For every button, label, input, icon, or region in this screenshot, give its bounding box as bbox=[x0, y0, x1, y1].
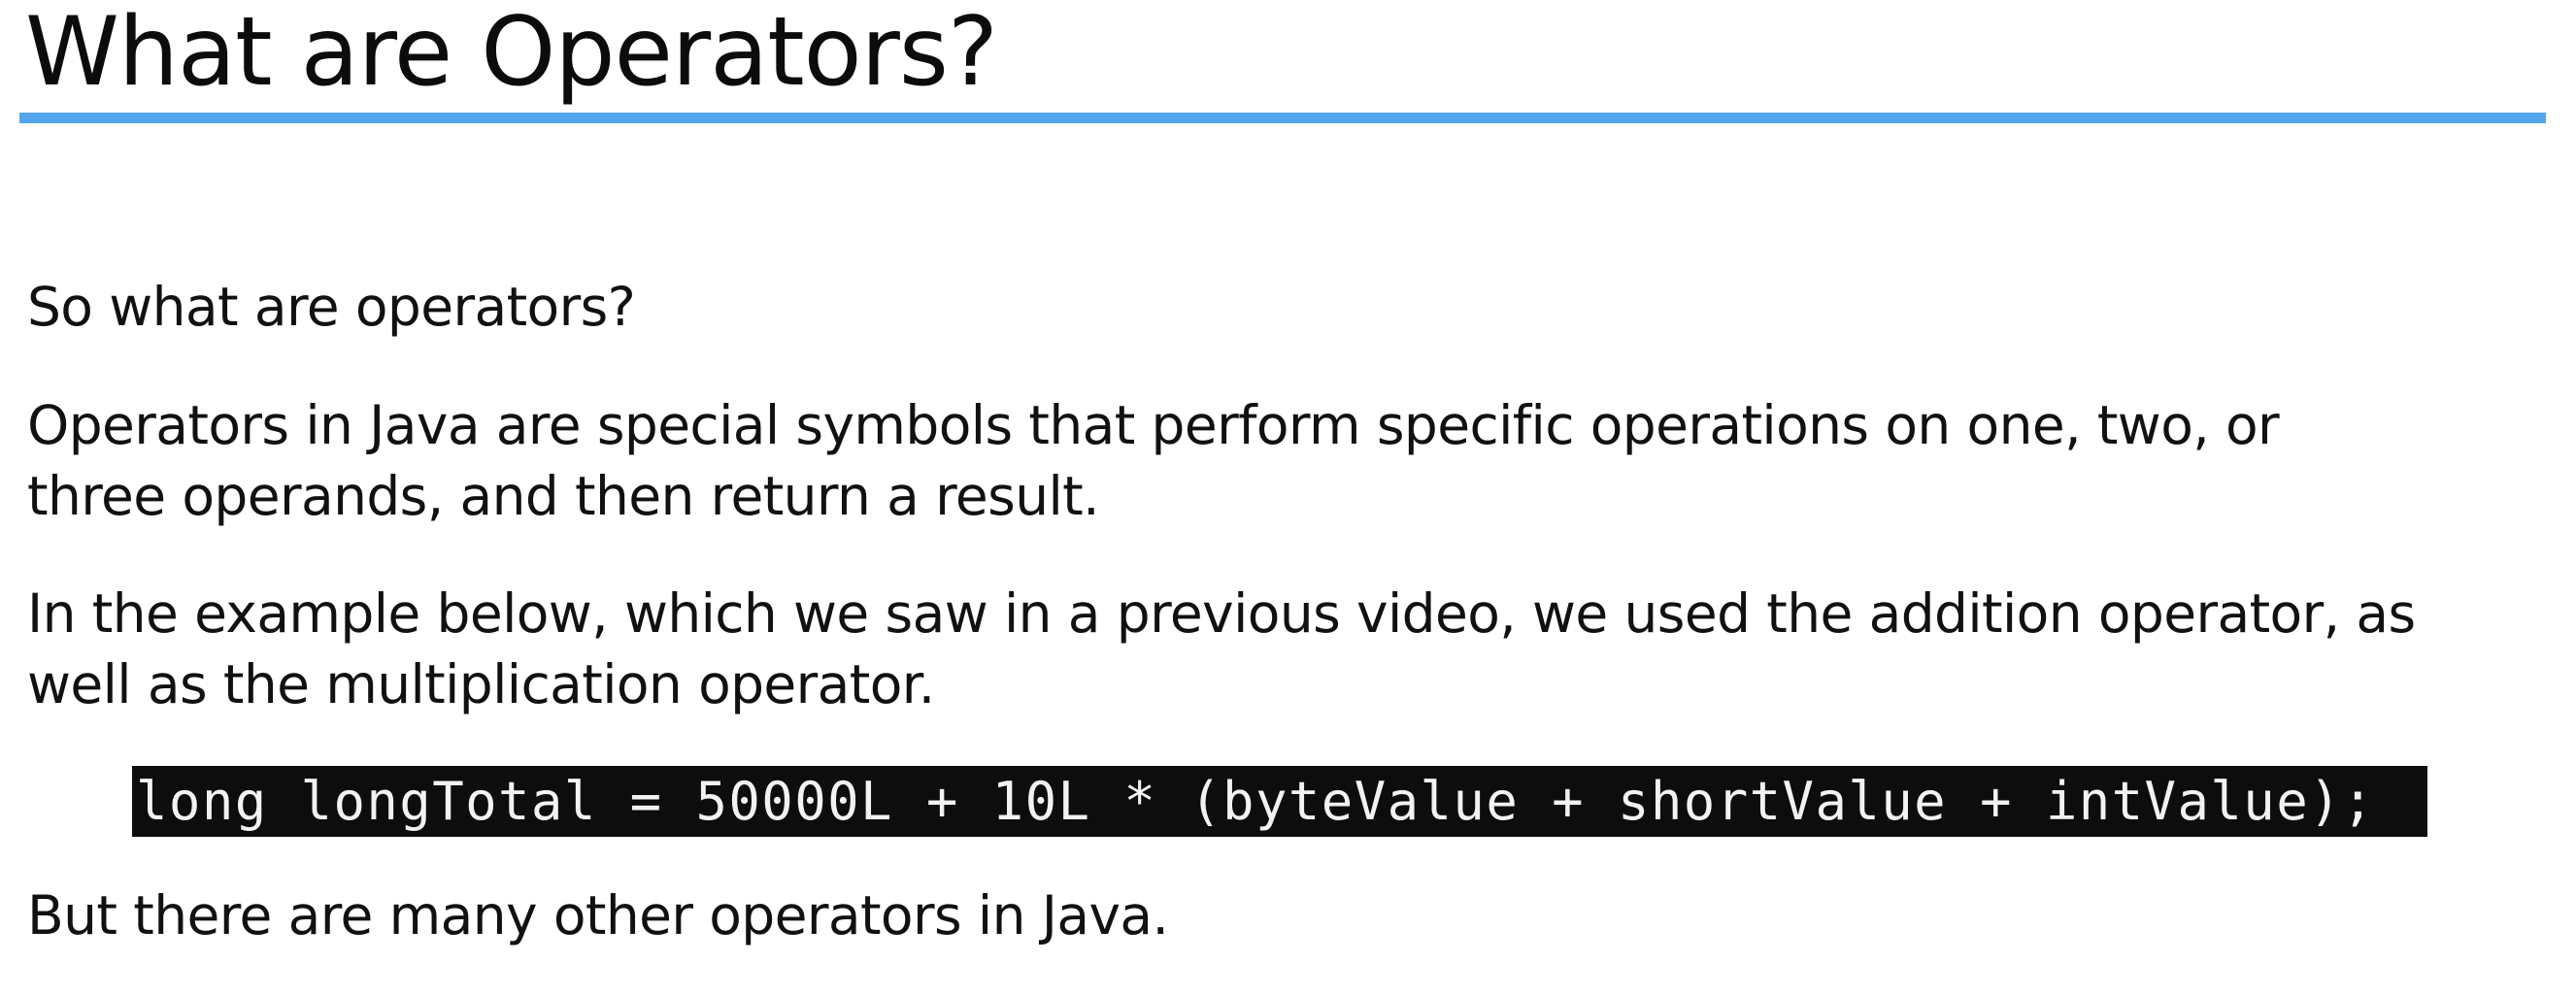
definition-text-line-1: Operators in Java are special symbols th… bbox=[27, 394, 2280, 456]
example-text-line-1: In the example below, which we saw in a … bbox=[27, 582, 2416, 645]
code-snippet: long longTotal = 50000L + 10L * (byteVal… bbox=[132, 766, 2427, 837]
title-underline bbox=[19, 113, 2546, 123]
intro-text: So what are operators? bbox=[27, 276, 636, 338]
example-text-line-2: well as the multiplication operator. bbox=[27, 653, 935, 715]
code-line: long longTotal = 50000L + 10L * (byteVal… bbox=[136, 771, 2375, 832]
definition-text-line-2: three operands, and then return a result… bbox=[27, 465, 1100, 527]
slide-title: What are Operators? bbox=[25, 0, 998, 108]
closing-text: But there are many other operators in Ja… bbox=[27, 884, 1169, 946]
